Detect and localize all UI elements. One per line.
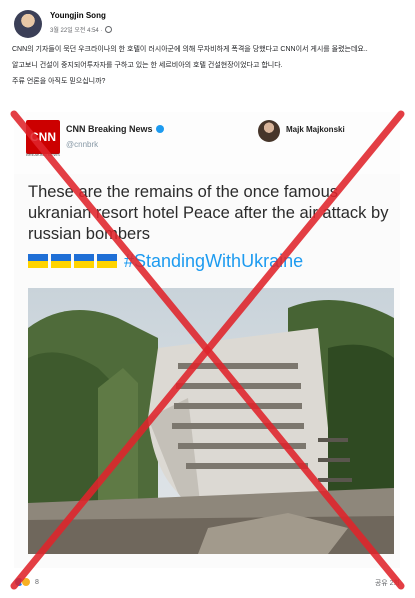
account-name-text: CNN Breaking News [66, 124, 153, 134]
reactions-summary[interactable]: 8 [14, 577, 39, 587]
post-text-line: CNN의 기자들이 묵던 우크라이나의 한 호텔이 러시아군에 의해 무자비하게… [12, 46, 368, 53]
shared-image[interactable]: CNN BREAKING NEWS CNN Breaking News @cnn… [14, 112, 400, 568]
building-photo [28, 288, 394, 554]
post-header: Youngjin Song 3월 22일 오전 4:54 · [14, 10, 394, 40]
post-footer: 8 공유 2회 [14, 576, 400, 590]
ukraine-flag-icon [97, 254, 117, 268]
share-count[interactable]: 공유 2회 [375, 578, 400, 588]
ukraine-flag-icon [74, 254, 94, 268]
account-name: CNN Breaking News [66, 124, 164, 134]
cnn-logo-subtitle: BREAKING NEWS [26, 152, 60, 157]
globe-icon [105, 26, 113, 33]
reaction-count: 8 [35, 578, 39, 586]
hashtag-line: #StandingWithUkraine [28, 250, 303, 272]
author-name[interactable]: Youngjin Song [50, 11, 106, 20]
verified-icon [155, 125, 164, 133]
hashtag: #StandingWithUkraine [124, 250, 304, 271]
second-account-name: Majk Majkonski [286, 125, 345, 134]
tweet-headline: These are the remains of the once famous… [28, 183, 389, 243]
post-text-line: 주류 언론을 아직도 믿으십니까? [12, 78, 106, 85]
post-meta: 3월 22일 오전 4:54 · [50, 25, 113, 34]
post-timestamp[interactable]: 3월 22일 오전 4:54 · [50, 25, 102, 34]
author-avatar[interactable] [14, 10, 42, 38]
ukraine-flag-icon [51, 254, 71, 268]
facebook-post: Youngjin Song 3월 22일 오전 4:54 · CNN의 기자들이… [0, 0, 415, 598]
ukraine-flag-icon [28, 254, 48, 268]
haha-icon [21, 577, 31, 587]
account-handle: @cnnbrk [66, 140, 99, 149]
cnn-logo: CNN [26, 120, 60, 154]
post-text-line: 알고보니 건설이 중지되어투자자를 구하고 있는 한 세르비아의 호텔 건설현장… [12, 62, 283, 69]
tweet-header: CNN BREAKING NEWS CNN Breaking News @cnn… [14, 112, 400, 174]
post-text: CNN의 기자들이 묵던 우크라이나의 한 호텔이 러시아군에 의해 무자비하게… [12, 44, 404, 92]
second-account-avatar [258, 120, 280, 142]
